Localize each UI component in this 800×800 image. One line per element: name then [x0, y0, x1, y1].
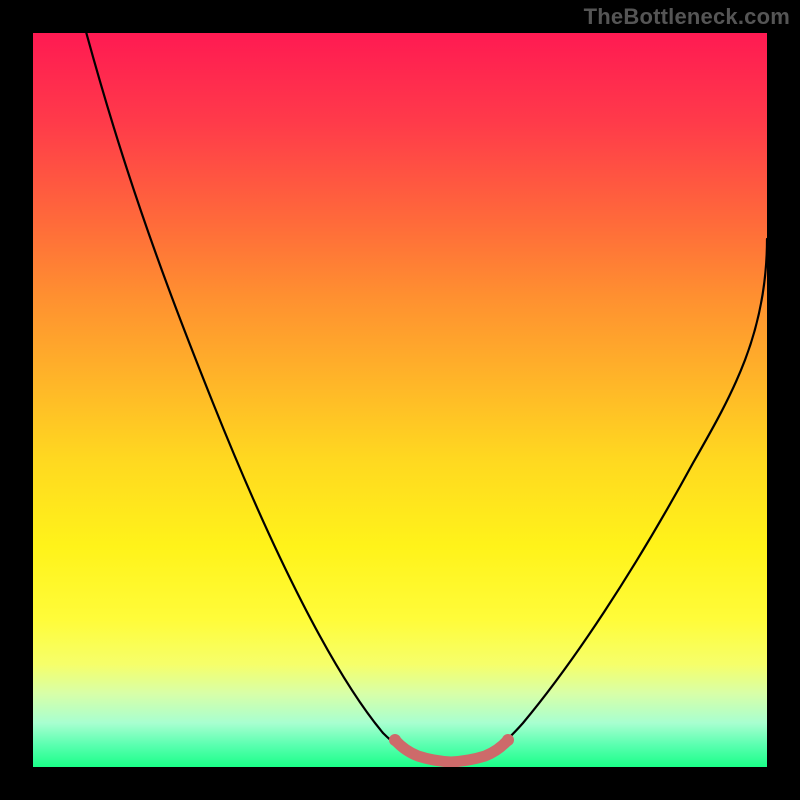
watermark-text: TheBottleneck.com — [584, 4, 790, 30]
chart-container: TheBottleneck.com — [0, 0, 800, 800]
plot-gradient-background — [33, 33, 767, 767]
